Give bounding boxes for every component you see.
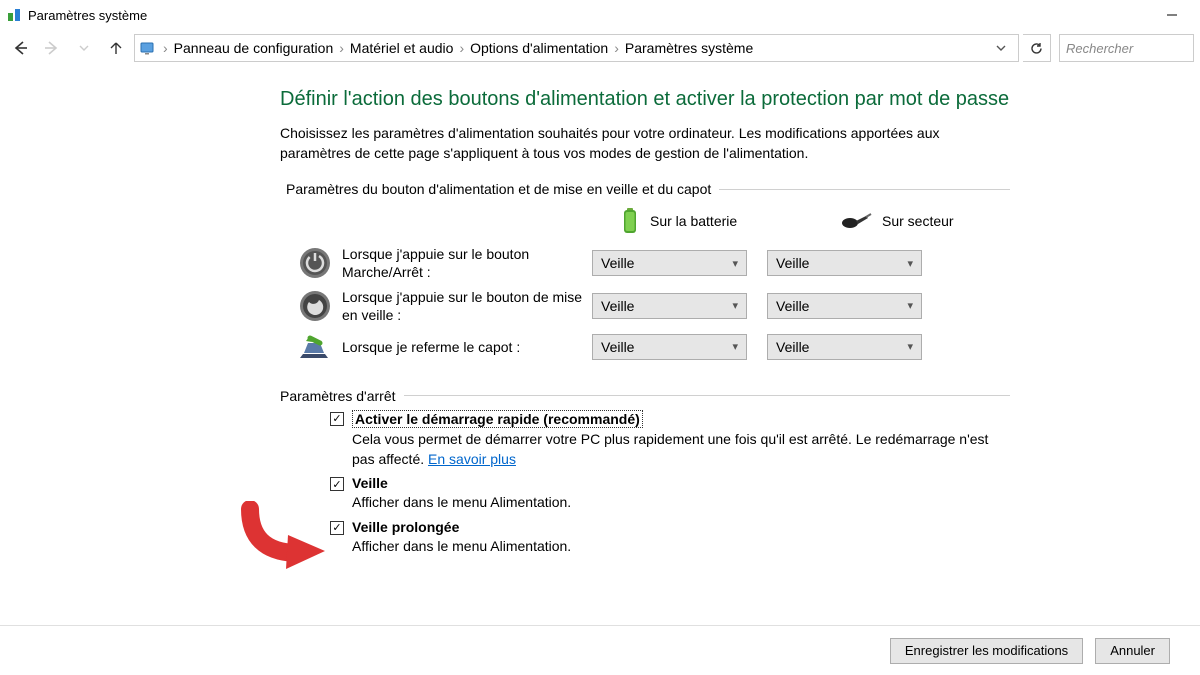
chevron-down-icon: ▾ bbox=[907, 299, 913, 312]
learn-more-link[interactable]: En savoir plus bbox=[428, 451, 516, 467]
checkbox-label: Veille prolongée bbox=[352, 519, 459, 535]
power-button-icon bbox=[298, 246, 332, 280]
checkbox-description: Cela vous permet de démarrer votre PC pl… bbox=[352, 430, 992, 469]
row-power-button: Lorsque j'appuie sur le bouton Marche/Ar… bbox=[280, 245, 1010, 281]
search-input[interactable]: Rechercher bbox=[1059, 34, 1194, 62]
checkbox-label: Activer le démarrage rapide (recommandé) bbox=[352, 410, 643, 428]
chevron-down-icon: ▾ bbox=[907, 340, 913, 353]
row-sleep-button: Lorsque j'appuie sur le bouton de mise e… bbox=[280, 288, 1010, 324]
chevron-right-icon: › bbox=[161, 40, 170, 56]
plug-icon bbox=[840, 211, 872, 231]
combo-lid-battery[interactable]: Veille ▾ bbox=[592, 334, 747, 360]
up-button[interactable] bbox=[102, 34, 130, 62]
window-title: Paramètres système bbox=[28, 8, 147, 23]
chevron-right-icon: › bbox=[612, 40, 621, 56]
save-button[interactable]: Enregistrer les modifications bbox=[890, 638, 1083, 664]
group-power-sleep-lid: Paramètres du bouton d'alimentation et d… bbox=[286, 181, 1010, 197]
combo-lid-plugged[interactable]: Veille ▾ bbox=[767, 334, 922, 360]
row-lid-close: Lorsque je referme le capot : Veille ▾ V… bbox=[280, 330, 1010, 364]
battery-icon bbox=[620, 207, 640, 235]
title-bar: Paramètres système bbox=[0, 0, 1200, 30]
cancel-button[interactable]: Annuler bbox=[1095, 638, 1170, 664]
combo-sleep-battery[interactable]: Veille ▾ bbox=[592, 293, 747, 319]
sleep-button-icon bbox=[298, 289, 332, 323]
checkbox-sleep[interactable]: ✓ Veille bbox=[330, 475, 1010, 491]
checkbox-icon: ✓ bbox=[330, 477, 344, 491]
breadcrumb-item[interactable]: Panneau de configuration bbox=[170, 40, 338, 56]
footer-bar: Enregistrer les modifications Annuler bbox=[0, 625, 1200, 675]
forward-button[interactable] bbox=[38, 34, 66, 62]
legend-battery: Sur la batterie bbox=[620, 207, 780, 235]
row-label: Lorsque je referme le capot : bbox=[342, 338, 592, 356]
back-button[interactable] bbox=[6, 34, 34, 62]
chevron-down-icon: ▾ bbox=[732, 299, 738, 312]
chevron-down-icon: ▾ bbox=[907, 257, 913, 270]
page-description: Choisissez les paramètres d'alimentation… bbox=[280, 124, 1010, 163]
combo-sleep-plugged[interactable]: Veille ▾ bbox=[767, 293, 922, 319]
recent-dropdown[interactable] bbox=[70, 34, 98, 62]
combo-power-battery[interactable]: Veille ▾ bbox=[592, 250, 747, 276]
checkbox-hibernate[interactable]: ✓ Veille prolongée bbox=[330, 519, 1010, 535]
checkbox-icon: ✓ bbox=[330, 521, 344, 535]
laptop-lid-icon bbox=[298, 330, 332, 364]
breadcrumb[interactable]: › Panneau de configuration › Matériel et… bbox=[134, 34, 1019, 62]
search-placeholder: Rechercher bbox=[1066, 41, 1133, 56]
chevron-down-icon: ▾ bbox=[732, 257, 738, 270]
checkbox-icon: ✓ bbox=[330, 412, 344, 426]
combo-power-plugged[interactable]: Veille ▾ bbox=[767, 250, 922, 276]
checkbox-fast-startup[interactable]: ✓ Activer le démarrage rapide (recommand… bbox=[330, 410, 1010, 428]
checkbox-description: Afficher dans le menu Alimentation. bbox=[352, 493, 992, 513]
chevron-right-icon: › bbox=[457, 40, 466, 56]
legend-row: Sur la batterie Sur secteur bbox=[620, 207, 1010, 235]
chevron-down-icon: ▾ bbox=[732, 340, 738, 353]
refresh-button[interactable] bbox=[1023, 34, 1051, 62]
breadcrumb-item[interactable]: Paramètres système bbox=[621, 40, 757, 56]
checkbox-description: Afficher dans le menu Alimentation. bbox=[352, 537, 992, 557]
row-label: Lorsque j'appuie sur le bouton de mise e… bbox=[342, 288, 592, 324]
app-icon bbox=[6, 7, 22, 23]
chevron-down-icon[interactable] bbox=[996, 43, 1014, 53]
row-label: Lorsque j'appuie sur le bouton Marche/Ar… bbox=[342, 245, 592, 281]
legend-plugged: Sur secteur bbox=[840, 207, 1000, 235]
checkbox-label: Veille bbox=[352, 475, 388, 491]
chevron-right-icon: › bbox=[337, 40, 346, 56]
control-panel-icon bbox=[139, 39, 157, 57]
group-shutdown: Paramètres d'arrêt bbox=[280, 388, 1010, 404]
breadcrumb-item[interactable]: Matériel et audio bbox=[346, 40, 458, 56]
breadcrumb-item[interactable]: Options d'alimentation bbox=[466, 40, 612, 56]
navigation-bar: › Panneau de configuration › Matériel et… bbox=[0, 30, 1200, 66]
page-title: Définir l'action des boutons d'alimentat… bbox=[280, 86, 1010, 112]
content-area: Définir l'action des boutons d'alimentat… bbox=[0, 66, 1200, 625]
minimize-button[interactable] bbox=[1150, 1, 1194, 29]
